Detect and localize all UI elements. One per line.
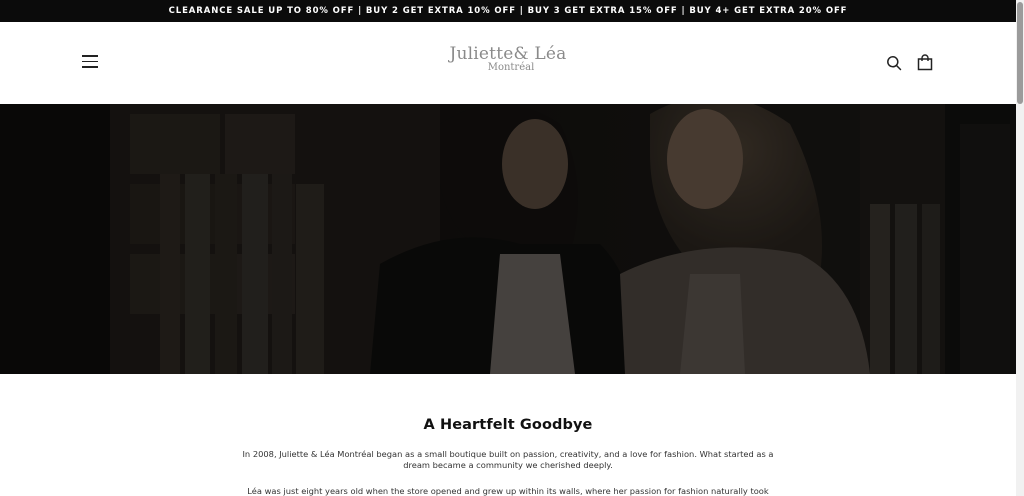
scrollbar-thumb[interactable] [1017,2,1023,104]
search-icon [887,56,902,71]
story-paragraph-2: Léa was just eight years old when the st… [247,486,769,496]
cart-button[interactable] [917,54,933,71]
logo-main-text: Juliette& Léa [449,44,567,64]
search-button[interactable] [886,55,902,71]
site-header: Juliette& Léa Montréal [0,22,1016,104]
announcement-bar: CLEARANCE SALE UP TO 80% OFF | BUY 2 GET… [0,0,1016,22]
hero-image [0,104,1016,374]
section-title: A Heartfelt Goodbye [423,417,593,433]
story-section: A Heartfelt Goodbye In 2008, Juliette & … [0,374,1016,496]
announcement-text: CLEARANCE SALE UP TO 80% OFF | BUY 2 GET… [168,6,848,16]
hero-banner [0,104,1016,374]
story-paragraph-1: In 2008, Juliette & Léa Montréal began a… [242,449,774,470]
shopping-bag-icon [917,54,933,71]
site-logo[interactable]: Juliette& Léa Montréal [0,46,1016,73]
logo-sub-text: Montréal [487,62,535,73]
